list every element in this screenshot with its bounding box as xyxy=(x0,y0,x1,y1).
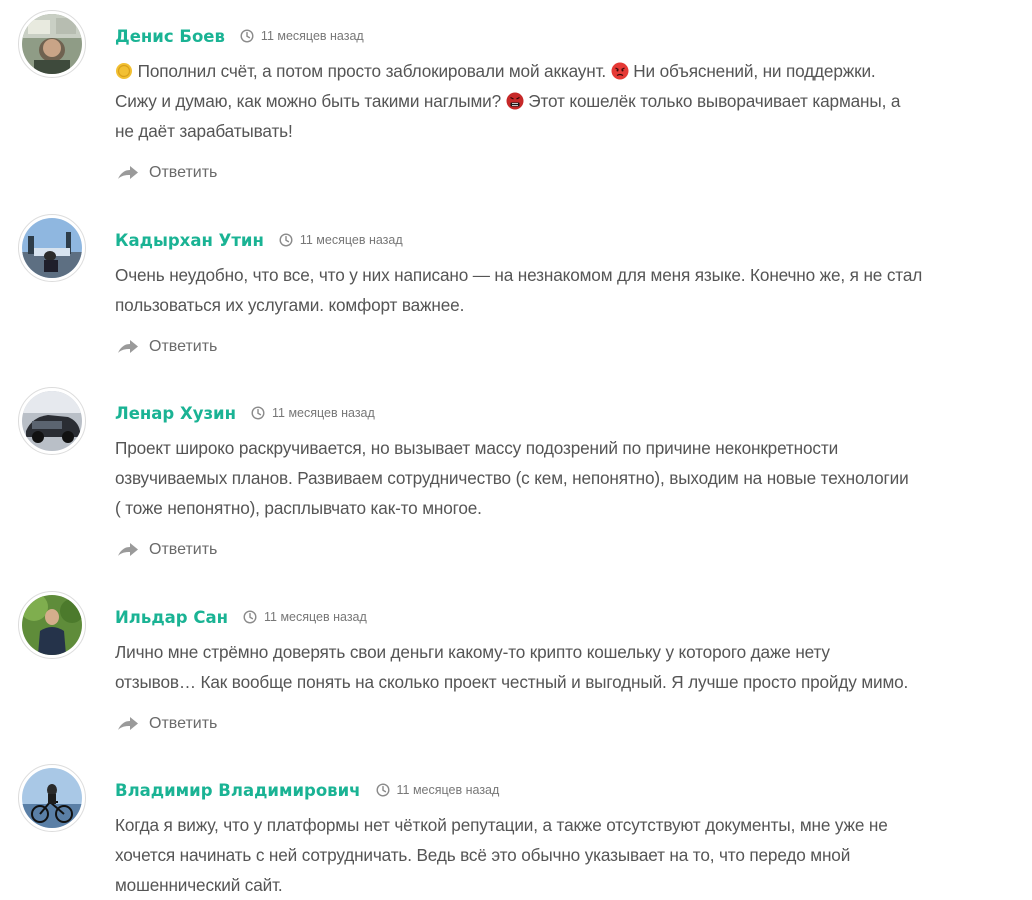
reply-button[interactable]: Ответить xyxy=(117,336,217,358)
clock-icon xyxy=(243,610,257,624)
reply-arrow-icon xyxy=(117,165,139,181)
comment-line: ( тоже непонятно), расплывчато как-то мн… xyxy=(115,498,482,518)
cursing-face-emoji xyxy=(506,92,524,110)
clock-icon xyxy=(279,233,293,247)
reply-arrow-icon xyxy=(117,339,139,355)
comment-text: Проект широко раскручивается, но вызывае… xyxy=(115,433,955,523)
author-name[interactable]: Денис Боев xyxy=(115,27,225,46)
avatar[interactable] xyxy=(18,10,86,78)
angry-face-emoji xyxy=(611,62,629,80)
comment-time: 11 месяцев назад xyxy=(272,406,375,420)
comment-line: не даёт зарабатывать! xyxy=(115,121,293,141)
reply-button[interactable]: Ответить xyxy=(117,539,217,561)
comment-text: Очень неудобно, что все, что у них напис… xyxy=(115,260,955,320)
comment-line: Проект широко раскручивается, но вызывае… xyxy=(115,438,839,458)
comment-text-segment: Ни объяснений, ни поддержки. xyxy=(628,61,876,81)
comment-line: Пополнил счёт, а потом просто заблокиров… xyxy=(115,56,955,86)
comment-time: 11 месяцев назад xyxy=(299,233,403,247)
clock-icon xyxy=(251,406,265,420)
reply-button[interactable]: Ответить xyxy=(117,162,217,184)
reply-label: Ответить xyxy=(149,164,218,181)
avatar[interactable] xyxy=(18,387,86,455)
comment-time: 11 месяцев назад xyxy=(264,610,367,624)
author-name[interactable]: Ленар Хузин xyxy=(115,404,236,423)
comment-text: Пополнил счёт, а потом просто заблокиров… xyxy=(115,56,955,146)
comment-meta: Денис Боев 11 месяцев назад xyxy=(115,24,364,48)
comment-time: 11 месяцев назад xyxy=(396,783,500,797)
comment-line: Очень неудобно, что все, что у них напис… xyxy=(115,265,923,285)
comment-text-segment: Этот кошелёк только выворачивает карманы… xyxy=(523,91,901,111)
comment-line: Когда я вижу, что у платформы нет чёткой… xyxy=(115,815,888,835)
comment-line: Лично мне стрёмно доверять свои деньги к… xyxy=(115,642,830,662)
avatar[interactable] xyxy=(18,591,86,659)
reply-label: Ответить xyxy=(149,338,218,355)
coin-emoji xyxy=(115,62,133,80)
clock-icon xyxy=(240,29,254,43)
reply-label: Ответить xyxy=(149,715,218,732)
comment-text-segment: Пополнил счёт, а потом просто заблокиров… xyxy=(133,61,611,81)
reply-button[interactable]: Ответить xyxy=(117,713,217,735)
clock-icon xyxy=(375,783,390,797)
comment-meta: Кадырхан Утин 11 месяцев назад xyxy=(115,228,403,252)
comment-time: 11 месяцев назад xyxy=(260,29,364,43)
reply-label: Ответить xyxy=(149,541,218,558)
reply-arrow-icon xyxy=(117,542,139,558)
author-name[interactable]: Ильдар Сан xyxy=(115,608,228,627)
comment-line: мошеннический сайт. xyxy=(115,875,283,895)
comment-line: озвучиваемых планов. Развиваем сотруднич… xyxy=(115,468,909,488)
comment-line: пользоваться их услугами. комфорт важнее… xyxy=(115,295,465,315)
comment-meta: Владимир Владимирович 11 месяцев назад xyxy=(115,778,499,802)
comment-line: хочется начинать с ней сотрудничать. Вед… xyxy=(115,845,851,865)
author-name[interactable]: Кадырхан Утин xyxy=(115,231,264,250)
avatar[interactable] xyxy=(18,764,86,832)
comment-meta: Ленар Хузин 11 месяцев назад xyxy=(115,401,375,425)
comment-line: Сижу и думаю, как можно быть такими нагл… xyxy=(115,86,955,116)
comment-text-segment: Сижу и думаю, как можно быть такими нагл… xyxy=(115,91,506,111)
reply-arrow-icon xyxy=(117,716,139,732)
comment-text: Когда я вижу, что у платформы нет чёткой… xyxy=(115,810,955,900)
author-name[interactable]: Владимир Владимирович xyxy=(115,781,361,800)
comment-line: отзывов… Как вообще понять на сколько пр… xyxy=(115,672,909,692)
comment-meta: Ильдар Сан 11 месяцев назад xyxy=(115,605,367,629)
avatar[interactable] xyxy=(18,214,86,282)
comment-text: Лично мне стрёмно доверять свои деньги к… xyxy=(115,637,955,697)
